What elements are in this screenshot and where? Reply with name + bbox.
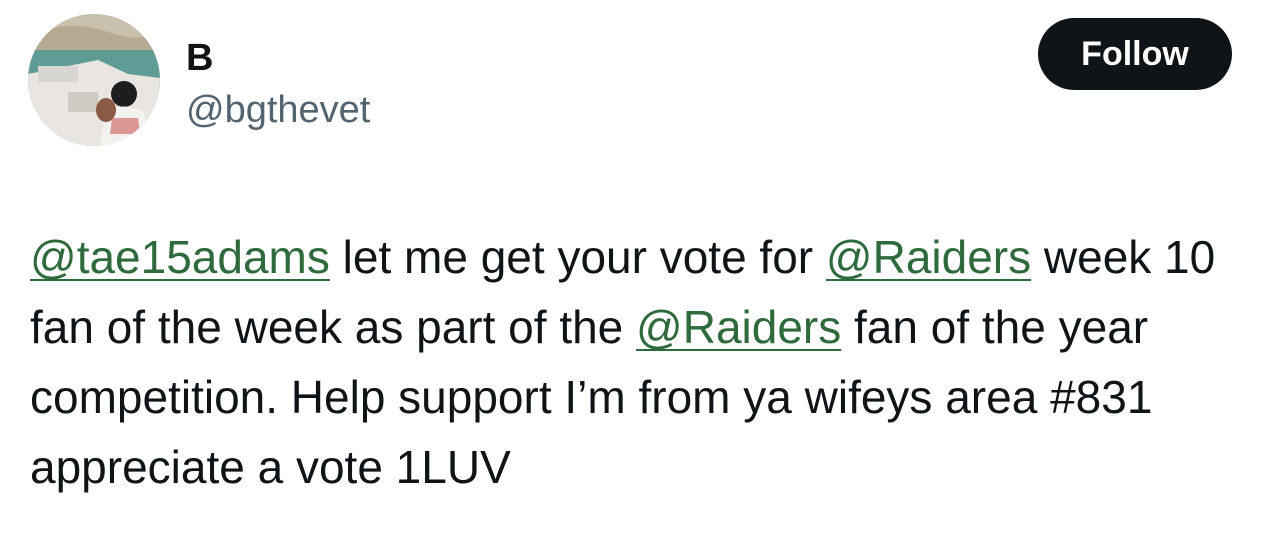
mention-link[interactable]: @tae15adams — [30, 231, 330, 283]
avatar[interactable] — [28, 14, 160, 146]
mention-link[interactable]: @Raiders — [826, 231, 1031, 283]
tweet-text: @tae15adams let me get your vote for @Ra… — [30, 222, 1260, 502]
author-handle[interactable]: @bgthevet — [186, 88, 370, 132]
tweet-text-segment: let me get your vote for — [329, 231, 826, 283]
follow-button[interactable]: Follow — [1038, 18, 1232, 90]
author-display-name[interactable]: B — [186, 36, 213, 80]
mention-link[interactable]: @Raiders — [636, 301, 841, 353]
avatar-photo — [28, 14, 160, 146]
